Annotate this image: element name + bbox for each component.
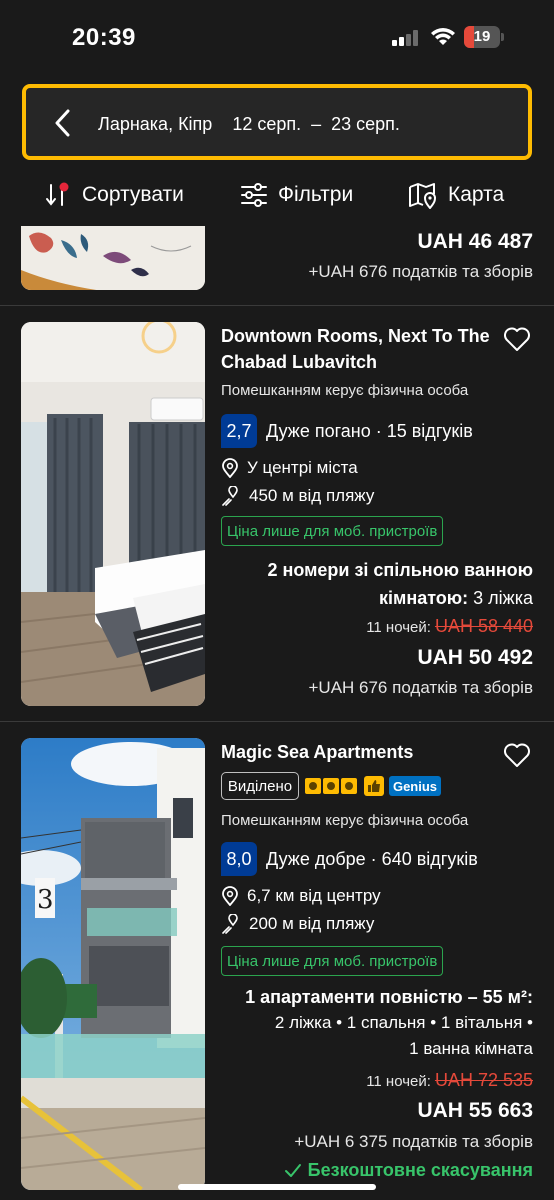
room-interior-image <box>21 322 205 706</box>
filters-label: Фільтри <box>278 183 354 206</box>
review-score-badge: 2,7 <box>221 414 257 448</box>
results-toolbar: Сортувати Фільтри Карта <box>0 172 554 218</box>
wifi-icon <box>431 28 455 45</box>
location-text: У центрі міста <box>247 458 358 477</box>
location-pin-icon <box>222 886 238 906</box>
status-time: 20:39 <box>72 24 136 51</box>
sort-icon <box>46 182 69 206</box>
search-summary-bar[interactable]: Ларнака, Кіпр 12 серп. – 23 серп. <box>22 84 532 160</box>
location-pin-icon <box>222 458 238 478</box>
nights-label: 11 ночей: <box>366 1073 431 1090</box>
mobile-only-price-badge: Ціна лише для моб. пристроїв <box>221 946 444 976</box>
filters-button[interactable]: Фільтри <box>240 180 353 210</box>
property-photo[interactable]: 3 <box>21 738 205 1190</box>
heart-icon[interactable] <box>503 742 531 768</box>
bedding-pattern-image <box>21 226 205 290</box>
rating-square-icon <box>323 778 339 794</box>
filter-icon <box>241 183 267 207</box>
room-title-line: 1 апартаменти повністю – 55 м²: <box>245 987 533 1007</box>
heart-icon[interactable] <box>503 326 531 352</box>
property-title-line: Chabad Lubavitch <box>221 352 378 372</box>
original-price-row: 11 ночей: UAH 72 535 <box>366 1070 533 1091</box>
taxes-fees: +UAH 676 податків та зборів <box>308 262 533 281</box>
property-photo[interactable] <box>21 322 205 706</box>
free-cancellation-text: Безкоштовне скасування <box>307 1160 533 1180</box>
map-button[interactable]: Карта <box>408 180 504 210</box>
review-score-text: Дуже добре · 640 відгуків <box>266 849 478 869</box>
taxes-fees: +UAH 676 податків та зборів <box>308 678 533 697</box>
beach-distance-row: 450 м від пляжу <box>221 486 374 506</box>
room-title-line: кімнатою: <box>379 588 469 608</box>
beach-distance-text: 450 м від пляжу <box>249 486 375 505</box>
battery-level: 19 <box>473 28 491 45</box>
chevron-left-icon[interactable] <box>52 108 74 138</box>
property-title[interactable]: Magic Sea Apartments <box>221 739 499 765</box>
beach-pin-icon <box>222 914 238 934</box>
host-type: Помешканням керує фізична особа <box>221 812 469 829</box>
thumbs-up-icon <box>364 776 384 796</box>
room-description: 2 номери зі спільною ванною кімнатою: 3 … <box>267 556 533 612</box>
taxes-fees: +UAH 6 375 податків та зборів <box>294 1132 533 1151</box>
property-card-previous[interactable]: UAH 46 487 +UAH 676 податків та зборів <box>0 222 554 306</box>
host-type: Помешканням керує фізична особа <box>221 382 469 399</box>
location-row: У центрі міста <box>221 458 358 478</box>
price-original: UAH 58 440 <box>434 616 533 636</box>
free-cancellation-row: Безкоштовне скасування <box>284 1160 533 1181</box>
beach-pin-icon <box>222 486 238 506</box>
search-summary-text: Ларнака, Кіпр 12 серп. – 23 серп. <box>98 114 400 135</box>
location-text: 6,7 км від центру <box>247 886 381 905</box>
cellular-signal-icon <box>392 30 422 46</box>
room-details-line: 1 ванна кімната <box>409 1039 533 1058</box>
status-bar: 20:39 19 <box>0 0 554 76</box>
original-price-row: 11 ночей: UAH 58 440 <box>366 616 533 637</box>
price-original: UAH 72 535 <box>434 1070 533 1090</box>
beach-distance-text: 200 м від пляжу <box>249 914 375 933</box>
checkmark-icon <box>284 1163 301 1177</box>
property-title-line: Downtown Rooms, Next To The <box>221 326 490 346</box>
review-score-badge: 8,0 <box>221 842 257 876</box>
sort-label: Сортувати <box>82 183 184 206</box>
featured-badge: Виділено <box>221 772 299 800</box>
building-exterior-image: 3 <box>21 738 205 1190</box>
room-description: 1 апартаменти повністю – 55 м²: 2 ліжка … <box>245 984 533 1062</box>
genius-badge: Genius <box>389 776 441 796</box>
map-icon <box>409 183 437 209</box>
building-number: 3 <box>37 885 54 915</box>
property-title[interactable]: Downtown Rooms, Next To The Chabad Lubav… <box>221 323 499 375</box>
price-current: UAH 46 487 <box>417 230 533 253</box>
nights-label: 11 ночей: <box>366 619 431 636</box>
sort-button[interactable]: Сортувати <box>44 180 184 210</box>
rating-squares <box>305 776 357 796</box>
property-card-magic-sea[interactable]: 3 Magic Sea Apartments Виділено Genius П… <box>0 722 554 1200</box>
room-beds: 3 ліжка <box>468 588 533 608</box>
battery-indicator: 19 <box>464 26 504 48</box>
location-row: 6,7 км від центру <box>221 886 381 906</box>
price-current: UAH 50 492 <box>417 646 533 669</box>
room-title-line: 2 номери зі спільною ванною <box>267 560 533 580</box>
rating-square-icon <box>341 778 357 794</box>
review-score-text: Дуже погано · 15 відгуків <box>266 421 473 441</box>
map-label: Карта <box>448 183 505 206</box>
property-card-downtown-rooms[interactable]: Downtown Rooms, Next To The Chabad Lubav… <box>0 306 554 720</box>
beach-distance-row: 200 м від пляжу <box>221 914 374 934</box>
price-current: UAH 55 663 <box>417 1099 533 1122</box>
mobile-only-price-badge: Ціна лише для моб. пристроїв <box>221 516 444 546</box>
rating-square-icon <box>305 778 321 794</box>
home-indicator[interactable] <box>178 1184 376 1190</box>
search-destination: Ларнака, Кіпр <box>98 114 213 134</box>
room-details-line: 2 ліжка • 1 спальня • 1 вітальня • <box>274 1013 533 1032</box>
property-photo[interactable] <box>21 226 205 290</box>
search-dates: 12 серп. – 23 серп. <box>232 114 400 134</box>
